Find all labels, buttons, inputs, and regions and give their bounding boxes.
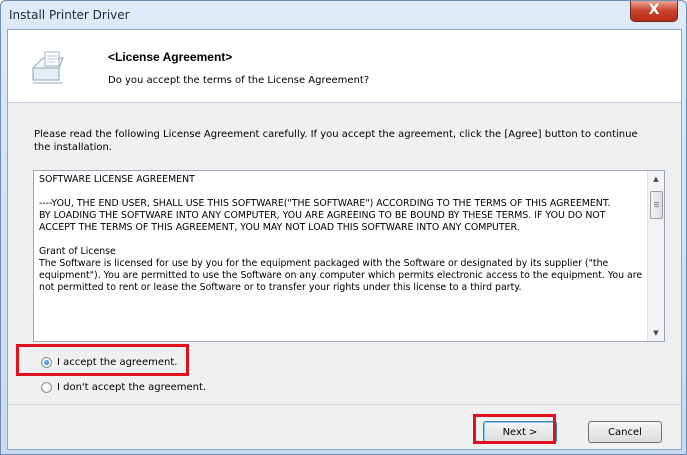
license-text: SOFTWARE LICENSE AGREEMENT ----YOU, THE … xyxy=(39,174,643,293)
highlight-next-box xyxy=(473,414,556,444)
page-title: <License Agreement> xyxy=(108,50,233,64)
vertical-scrollbar[interactable]: ▲ ▼ xyxy=(647,171,664,341)
scroll-down-arrow-icon[interactable]: ▼ xyxy=(648,325,664,341)
page-subtitle: Do you accept the terms of the License A… xyxy=(108,75,370,86)
license-text-box[interactable]: SOFTWARE LICENSE AGREEMENT ----YOU, THE … xyxy=(33,170,665,342)
decline-radio[interactable] xyxy=(41,381,52,393)
decline-label[interactable]: I don't accept the agreement. xyxy=(57,382,206,393)
close-button[interactable]: X xyxy=(630,1,678,22)
title-bar[interactable]: Install Printer Driver X xyxy=(1,1,686,29)
dialog-client-area: <License Agreement> Do you accept the te… xyxy=(7,29,682,450)
cancel-button[interactable]: Cancel xyxy=(588,421,662,443)
footer-divider xyxy=(8,404,681,405)
setup-wizard-icon xyxy=(31,51,64,84)
window-title: Install Printer Driver xyxy=(9,8,130,22)
scroll-up-arrow-icon[interactable]: ▲ xyxy=(648,171,664,187)
close-icon: X xyxy=(648,2,660,18)
scroll-thumb[interactable] xyxy=(650,191,663,219)
highlight-accept-box xyxy=(16,344,189,376)
instructions-text: Please read the following License Agreem… xyxy=(34,129,638,153)
decline-option[interactable]: I don't accept the agreement. xyxy=(41,379,206,395)
wizard-header: <License Agreement> Do you accept the te… xyxy=(8,30,681,103)
installer-window: Install Printer Driver X <License Agreem… xyxy=(0,0,687,455)
